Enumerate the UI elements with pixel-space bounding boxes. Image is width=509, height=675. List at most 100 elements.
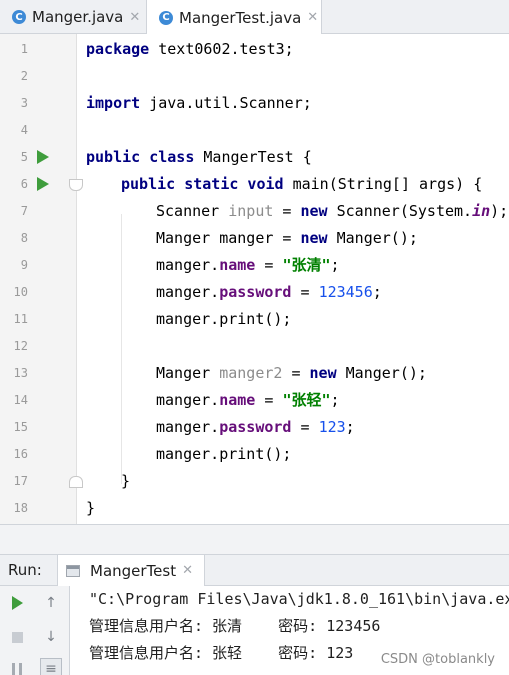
tab-label: MangerTest.java xyxy=(179,8,302,27)
line-number: 13 xyxy=(13,366,28,380)
line-number: 12 xyxy=(13,339,28,353)
line-number: 16 xyxy=(13,447,28,461)
run-tab-label: MangerTest xyxy=(90,561,177,580)
wrap-icon: ≡ xyxy=(45,661,57,675)
keyword: import xyxy=(86,94,141,112)
tab-mangertest-java[interactable]: C MangerTest.java ✕ xyxy=(146,0,322,35)
field: password xyxy=(219,418,292,436)
stop-icon xyxy=(11,631,23,643)
code-text: ; xyxy=(345,418,355,436)
close-icon[interactable]: ✕ xyxy=(307,10,318,25)
code-text: manger. xyxy=(156,418,220,436)
stop-button[interactable] xyxy=(6,626,28,648)
code-text: manger. xyxy=(156,256,220,274)
code-text: } xyxy=(86,499,96,517)
code-text: = xyxy=(291,418,319,436)
scroll-up-button[interactable]: ↑ xyxy=(40,592,62,614)
keyword: package xyxy=(86,40,150,58)
line-number: 8 xyxy=(20,231,28,245)
code-text: manger. xyxy=(156,391,220,409)
code-line: 10 manger.password = 123456; xyxy=(0,279,509,306)
code-line: 18 } xyxy=(0,495,509,522)
line-number: 11 xyxy=(13,312,28,326)
code-text: java.util.Scanner; xyxy=(140,94,312,112)
soft-wrap-button[interactable]: ≡ xyxy=(40,658,62,675)
field: name xyxy=(219,256,256,274)
code-text: = xyxy=(282,364,310,382)
code-line: 17 } xyxy=(0,468,509,495)
code-text: Scanner(System. xyxy=(327,202,473,220)
field: name xyxy=(219,391,256,409)
tab-manger-java[interactable]: C Manger.java ✕ xyxy=(0,0,146,34)
code-text: main(String[] args) { xyxy=(283,175,483,193)
code-text: Scanner xyxy=(156,202,229,220)
line-number: 7 xyxy=(20,204,28,218)
string-literal: "张轻" xyxy=(282,391,331,409)
run-method-icon[interactable] xyxy=(37,177,49,191)
rerun-button[interactable] xyxy=(6,592,28,614)
keyword: public static void xyxy=(121,175,284,193)
console-line: "C:\Program Files\Java\jdk1.8.0_161\bin\… xyxy=(89,590,509,608)
code-text: Manger xyxy=(156,364,220,382)
code-line: 4 xyxy=(0,117,509,144)
pause-button[interactable] xyxy=(6,658,28,675)
unused-variable: input xyxy=(228,202,274,220)
scroll-down-button[interactable]: ↓ xyxy=(40,626,62,648)
console-line: 管理信息用户名: 张清 密码: 123456 xyxy=(89,617,381,635)
code-text: ; xyxy=(372,283,382,301)
code-line: 8 Manger manger = new Manger(); xyxy=(0,225,509,252)
line-number: 4 xyxy=(20,123,28,137)
line-number: 1 xyxy=(20,42,28,56)
line-number: 6 xyxy=(20,177,28,191)
code-editor[interactable]: 1 package text0602.test3; 2 3 import jav… xyxy=(0,34,509,524)
line-number: 18 xyxy=(13,501,28,515)
fold-icon[interactable] xyxy=(69,476,83,488)
line-number: 3 xyxy=(20,96,28,110)
panel-separator[interactable] xyxy=(0,524,509,554)
code-text: manger.print(); xyxy=(156,310,292,328)
code-line: 15 manger.password = 123; xyxy=(0,414,509,441)
code-line: 16 manger.print(); xyxy=(0,441,509,468)
code-line: 14 manger.name = "张轻"; xyxy=(0,387,509,414)
code-line: 13 Manger manger2 = new Manger(); xyxy=(0,360,509,387)
code-line: 9 manger.name = "张清"; xyxy=(0,252,509,279)
run-tab-mangertest[interactable]: MangerTest ✕ xyxy=(57,555,205,586)
unused-variable: manger2 xyxy=(219,364,283,382)
code-line: 5 public class MangerTest { xyxy=(0,144,509,171)
line-number: 2 xyxy=(20,69,28,83)
string-literal: "张清" xyxy=(282,256,331,274)
java-class-icon: C xyxy=(12,10,26,24)
code-line: 12 xyxy=(0,333,509,360)
code-text: = xyxy=(255,256,283,274)
line-number: 5 xyxy=(20,150,28,164)
code-line: 7 Scanner input = new Scanner(System.in)… xyxy=(0,198,509,225)
fold-icon[interactable] xyxy=(69,179,83,191)
code-text: text0602.test3; xyxy=(149,40,294,58)
code-text: ; xyxy=(330,391,340,409)
run-panel-header: Run: MangerTest ✕ xyxy=(0,555,509,586)
code-text: = xyxy=(273,202,301,220)
keyword: new xyxy=(300,229,328,247)
line-number: 9 xyxy=(20,258,28,272)
code-text: ); xyxy=(490,202,509,220)
field: password xyxy=(219,283,292,301)
line-number: 10 xyxy=(13,285,28,299)
code-text: manger. xyxy=(156,283,220,301)
arrow-down-icon: ↓ xyxy=(45,629,57,645)
keyword: public class xyxy=(86,148,195,166)
tab-label: Manger.java xyxy=(32,8,124,26)
play-icon xyxy=(11,596,23,610)
run-class-icon[interactable] xyxy=(37,150,49,164)
pause-icon xyxy=(12,662,22,675)
arrow-up-icon: ↑ xyxy=(45,595,57,611)
run-panel: Run: MangerTest ✕ ↑ ↓ ≡ "C:\Program File… xyxy=(0,554,509,675)
code-line: 11 manger.print(); xyxy=(0,306,509,333)
run-toolbar: ↑ ↓ ≡ xyxy=(0,586,70,675)
code-text: Manger(); xyxy=(336,364,427,382)
code-text: } xyxy=(121,472,131,490)
close-icon[interactable]: ✕ xyxy=(129,10,140,25)
line-number: 15 xyxy=(13,420,28,434)
close-icon[interactable]: ✕ xyxy=(182,563,193,578)
code-text: = xyxy=(291,283,319,301)
code-text: MangerTest { xyxy=(194,148,312,166)
